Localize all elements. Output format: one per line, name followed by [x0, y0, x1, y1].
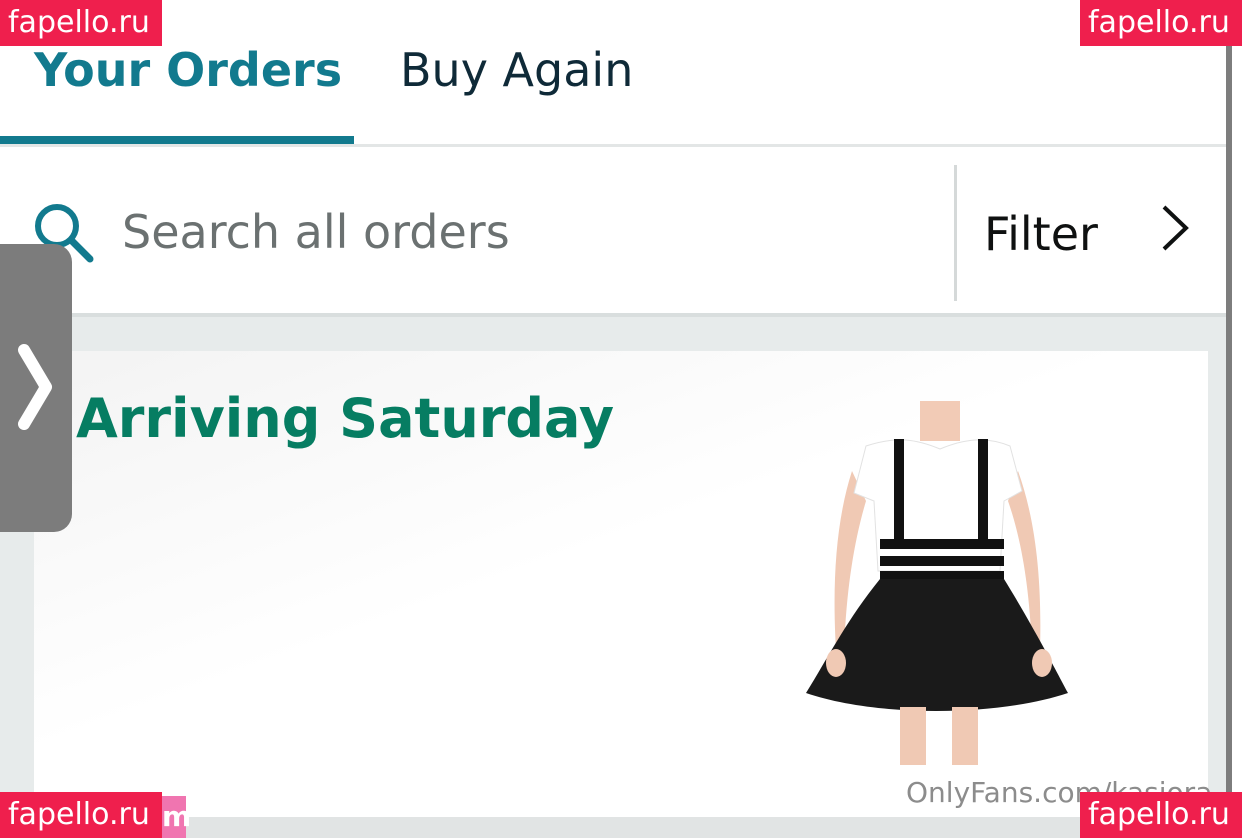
order-card[interactable]: Arriving Saturday	[34, 351, 1208, 817]
watermark-bottom-left-suffix: m	[162, 796, 191, 838]
filter-label: Filter	[984, 207, 1098, 261]
scrollbar-thumb[interactable]	[1226, 30, 1232, 830]
watermark-top-right: fapello.ru	[1080, 0, 1242, 46]
section-separator	[0, 313, 1226, 351]
right-gutter	[1208, 351, 1226, 821]
watermark-bottom-left: fapello.ru	[0, 792, 162, 838]
watermark-bottom-right: fapello.ru	[1080, 792, 1242, 838]
chevron-right-icon	[18, 344, 52, 430]
tab-your-orders[interactable]: Your Orders	[34, 40, 342, 100]
search-filter-divider	[954, 165, 957, 301]
active-tab-indicator	[0, 136, 354, 144]
search-input[interactable]	[122, 197, 922, 267]
delivery-status: Arriving Saturday	[76, 387, 615, 450]
search-bar: Filter	[0, 147, 1226, 313]
product-image[interactable]	[796, 401, 1072, 765]
side-drawer-handle[interactable]	[0, 244, 72, 532]
order-tabs: Your Orders Buy Again	[0, 0, 1226, 147]
tab-buy-again[interactable]: Buy Again	[400, 40, 633, 100]
filter-button[interactable]: Filter	[958, 167, 1226, 297]
watermark-top-left: fapello.ru	[0, 0, 162, 46]
chevron-right-icon	[1162, 205, 1189, 251]
